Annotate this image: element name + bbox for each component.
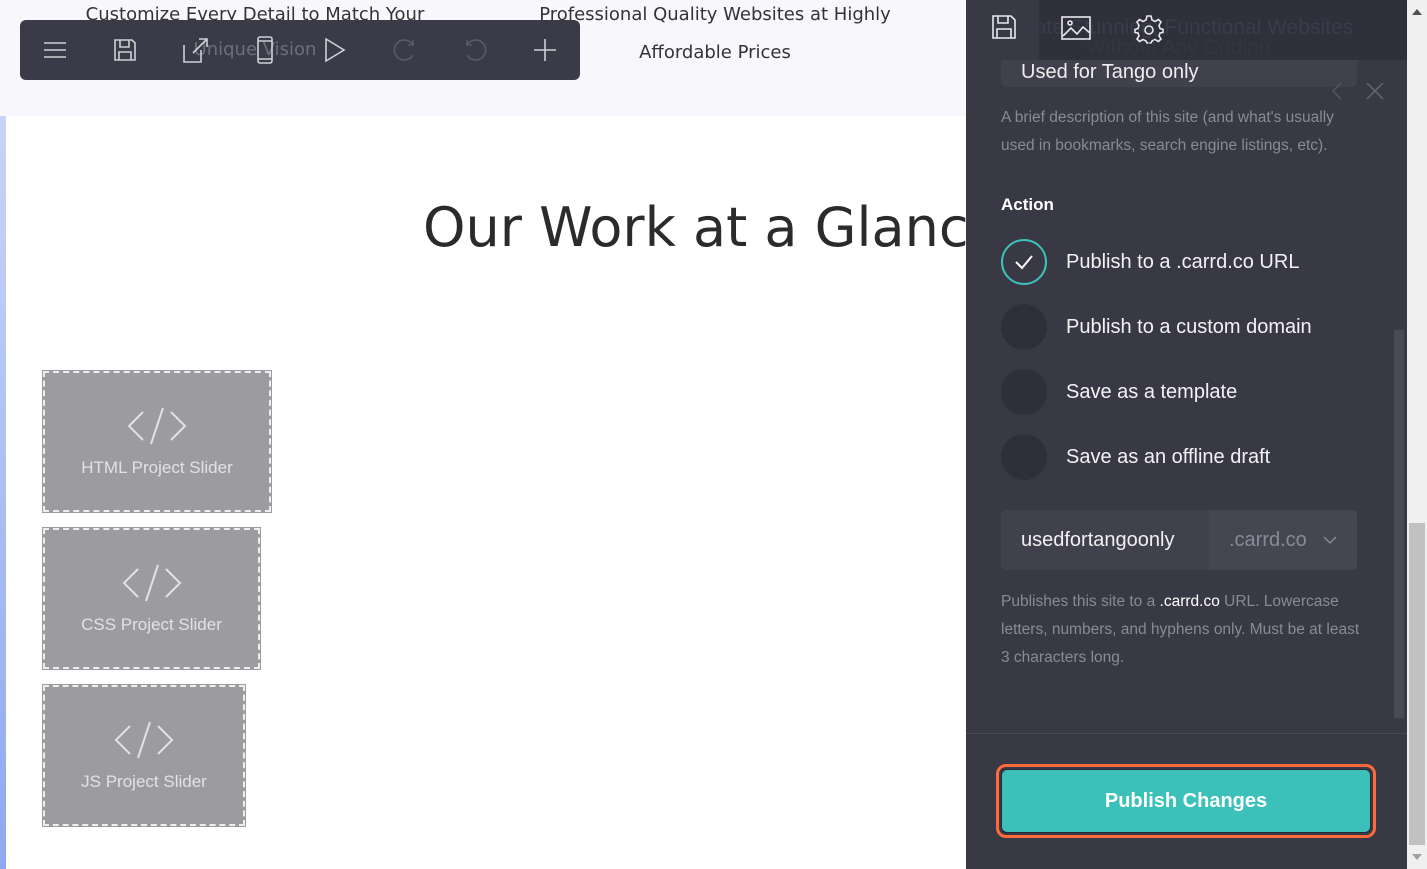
code-icon xyxy=(114,721,174,758)
plus-icon xyxy=(534,39,556,61)
description-help: A brief description of this site (and wh… xyxy=(1001,109,1334,154)
close-icon[interactable] xyxy=(1366,82,1384,100)
chevron-left-icon[interactable] xyxy=(1331,82,1343,100)
action-label: Action xyxy=(1001,195,1054,214)
left-accent-bar xyxy=(0,116,6,869)
ghost-text: Without Any Coding xyxy=(1086,36,1271,59)
option-carrd-url[interactable]: Publish to a .carrd.co URL xyxy=(1001,239,1299,285)
url-help: Publishes this site to a .carrd.co URL. … xyxy=(1001,588,1361,672)
tab-save[interactable] xyxy=(991,14,1017,45)
mobile-preview-button[interactable] xyxy=(230,20,300,80)
radio[interactable] xyxy=(1001,369,1047,415)
html-project-slider[interactable]: HTML Project Slider xyxy=(42,370,272,513)
header-text-right-line: Affordable Prices xyxy=(639,42,791,63)
add-element-button[interactable] xyxy=(510,20,580,80)
radio[interactable] xyxy=(1001,434,1047,480)
browser-scrollbar[interactable] xyxy=(1407,0,1427,869)
help-text: Publishes this site to a xyxy=(1001,593,1160,610)
js-project-slider[interactable]: JS Project Slider xyxy=(42,684,246,827)
css-project-slider[interactable]: CSS Project Slider xyxy=(42,527,261,670)
chevron-down-icon xyxy=(1323,536,1337,544)
save-button[interactable] xyxy=(90,20,160,80)
radio-selected[interactable] xyxy=(1001,239,1047,285)
menu-icon xyxy=(44,42,66,58)
divider xyxy=(966,733,1407,734)
slider-label: HTML Project Slider xyxy=(81,457,233,477)
menu-button[interactable] xyxy=(20,20,90,80)
redo-button[interactable] xyxy=(370,20,440,80)
scroll-up-icon[interactable] xyxy=(1412,9,1422,15)
code-icon xyxy=(127,407,187,444)
code-icon xyxy=(122,564,181,601)
option-label: Publish to a .carrd.co URL xyxy=(1066,250,1300,273)
option-custom-domain[interactable]: Publish to a custom domain xyxy=(1001,304,1312,350)
radio[interactable] xyxy=(1001,304,1047,350)
redo-icon xyxy=(393,39,414,61)
option-offline-draft[interactable]: Save as an offline draft xyxy=(1001,434,1270,480)
undo-icon xyxy=(466,39,487,61)
option-template[interactable]: Save as a template xyxy=(1001,369,1237,415)
play-icon xyxy=(325,37,346,63)
slider-label: CSS Project Slider xyxy=(81,614,222,634)
preview-button[interactable] xyxy=(300,20,370,80)
section-heading: Our Work at a Glance xyxy=(423,196,1002,259)
url-field: usedfortangoonly .carrd.co xyxy=(1001,510,1357,570)
scroll-down-icon[interactable] xyxy=(1412,854,1422,860)
slider-label: JS Project Slider xyxy=(81,771,207,791)
publish-button-highlight: Publish Changes xyxy=(996,764,1376,838)
option-label: Save as an offline draft xyxy=(1066,445,1271,468)
description-value: Used for Tango only xyxy=(1021,61,1199,83)
scrollbar-thumb[interactable] xyxy=(1409,523,1425,845)
option-label: Save as a template xyxy=(1066,380,1238,403)
mobile-icon xyxy=(257,36,273,64)
header-text-right-line: Professional Quality Websites at Highly xyxy=(539,4,891,25)
publish-changes-button[interactable]: Publish Changes xyxy=(1001,769,1371,833)
undo-button[interactable] xyxy=(440,20,510,80)
open-external-button[interactable] xyxy=(160,20,230,80)
check-icon xyxy=(1015,255,1033,270)
open-external-icon xyxy=(183,38,208,63)
panel-scrollbar[interactable] xyxy=(1394,330,1404,718)
save-icon xyxy=(992,15,1016,39)
editor-toolbar xyxy=(20,20,580,80)
subdomain-input[interactable]: usedfortangoonly xyxy=(1001,510,1209,570)
domain-value: .carrd.co xyxy=(1229,528,1307,551)
help-domain: .carrd.co xyxy=(1159,593,1220,610)
publish-panel: Create Stunning, Functional Websites Use… xyxy=(966,0,1407,869)
save-icon xyxy=(114,39,136,61)
option-label: Publish to a custom domain xyxy=(1066,315,1312,338)
domain-select[interactable]: .carrd.co xyxy=(1209,510,1357,570)
site-canvas: Customize Every Detail to Match Your Pro… xyxy=(0,0,1002,869)
